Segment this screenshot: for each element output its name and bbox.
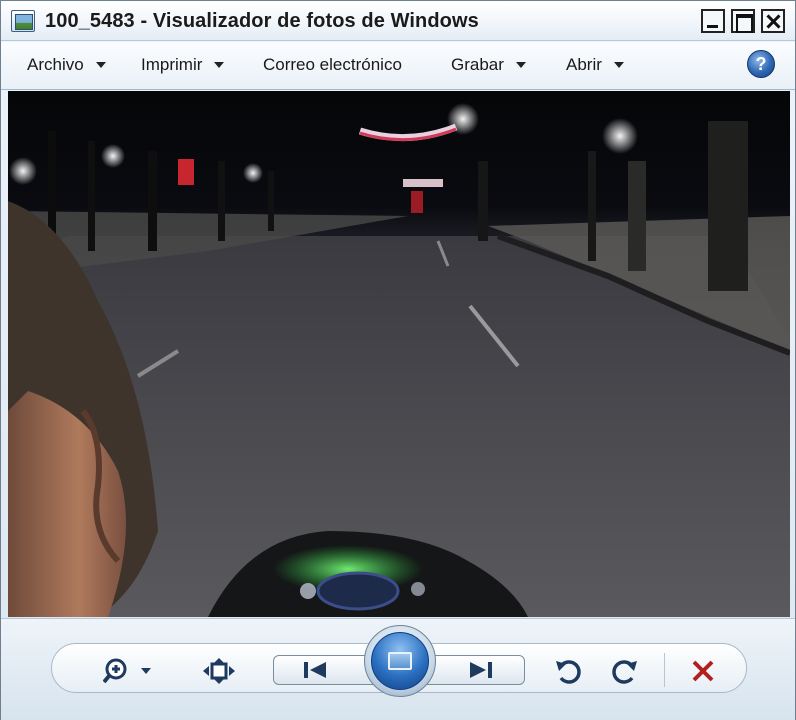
menu-abrir[interactable]: Abrir: [566, 52, 624, 78]
fit-to-window-icon: [203, 658, 235, 684]
rotate-counterclockwise-button[interactable]: [546, 656, 590, 686]
maximize-button[interactable]: [731, 9, 755, 33]
zoom-button[interactable]: [101, 656, 157, 686]
chevron-down-icon: [214, 62, 225, 68]
menu-correo-label: Correo electrónico: [263, 55, 402, 74]
menu-archivo-label: Archivo: [27, 55, 84, 74]
toolbar-separator: [664, 653, 665, 687]
menu-archivo[interactable]: Archivo: [27, 52, 106, 78]
slideshow-icon: [388, 652, 412, 670]
command-bar: Archivo Imprimir Correo electrónico Grab…: [1, 42, 795, 90]
photo-viewer-app-icon[interactable]: [11, 10, 35, 32]
delete-x-icon: [692, 660, 714, 682]
rotate-cw-icon: [612, 660, 637, 684]
next-button[interactable]: [459, 655, 503, 685]
menu-correo-electronico[interactable]: Correo electrónico: [263, 52, 402, 78]
chevron-down-icon: [515, 62, 526, 68]
chevron-down-icon: [613, 62, 624, 68]
slideshow-button[interactable]: [364, 625, 436, 697]
help-icon: ?: [755, 54, 767, 74]
previous-button[interactable]: [293, 655, 337, 685]
rotate-clockwise-button[interactable]: [603, 656, 647, 686]
menu-abrir-label: Abrir: [566, 55, 602, 74]
menu-grabar[interactable]: Grabar: [451, 52, 526, 78]
skip-previous-icon: [304, 662, 326, 678]
photo-scene: [8, 103, 790, 617]
actual-size-button[interactable]: [197, 656, 241, 686]
photo-viewer-window: 100_5483 - Visualizador de fotos de Wind…: [0, 0, 796, 720]
close-window-button[interactable]: [761, 9, 785, 33]
menu-imprimir[interactable]: Imprimir: [141, 52, 225, 78]
skip-next-icon: [470, 662, 492, 678]
rotate-ccw-icon: [556, 660, 581, 684]
slideshow-orb: [371, 632, 429, 690]
magnifier-plus-icon: [103, 658, 151, 684]
photo-display[interactable]: [8, 91, 790, 617]
menu-imprimir-label: Imprimir: [141, 55, 203, 74]
menu-grabar-label: Grabar: [451, 55, 504, 74]
help-button[interactable]: ?: [747, 50, 775, 78]
minimize-button[interactable]: [701, 9, 725, 33]
delete-button[interactable]: [681, 656, 725, 686]
title-bar[interactable]: 100_5483 - Visualizador de fotos de Wind…: [1, 1, 795, 41]
chevron-down-icon: [95, 62, 106, 68]
window-title: 100_5483 - Visualizador de fotos de Wind…: [45, 10, 479, 32]
